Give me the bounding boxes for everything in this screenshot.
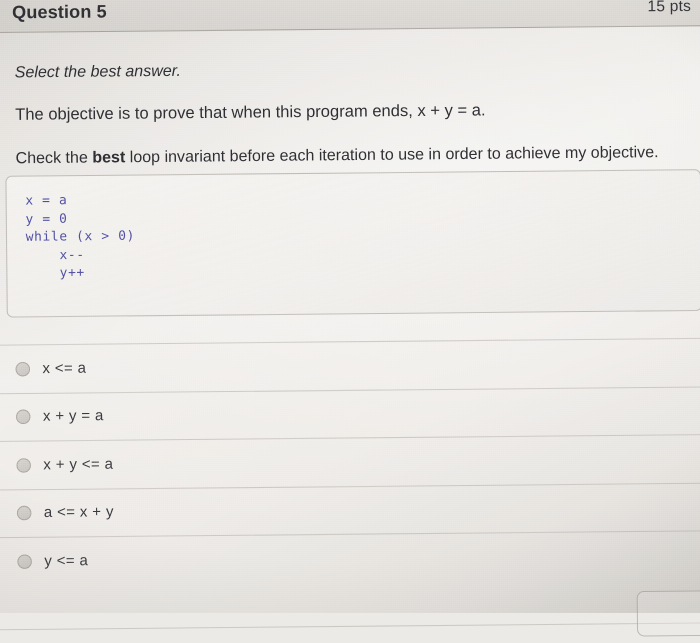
code-text: x = a y = 0 while (x > 0) x-- y++: [25, 191, 136, 281]
quiz-question-page: Question 5 15 pts Select the best answer…: [0, 0, 700, 637]
question-body: Select the best answer. The objective is…: [0, 26, 700, 168]
radio-button-icon-2[interactable]: [15, 409, 31, 425]
answer-option-5[interactable]: y <= a: [0, 530, 700, 586]
answer-option-1[interactable]: x <= a: [0, 337, 700, 393]
radio-button-icon-4[interactable]: [16, 505, 32, 521]
answer-option-2[interactable]: x + y = a: [0, 385, 700, 441]
answer-option-3[interactable]: x + y <= a: [0, 433, 700, 490]
answer-option-label-1: x <= a: [42, 360, 87, 378]
check-instruction-text: Check the best loop invariant before eac…: [0, 143, 700, 169]
radio-button-icon-3[interactable]: [16, 457, 32, 473]
check-prefix: Check the: [15, 149, 93, 168]
answer-option-label-2: x + y = a: [42, 408, 104, 426]
objective-text: The objective is to prove that when this…: [15, 101, 486, 124]
answer-option-label-3: x + y <= a: [43, 456, 114, 474]
points-badge: 15 pts: [647, 0, 692, 16]
answer-option-label-4: a <= x + y: [43, 504, 114, 522]
answer-options-list: x <= a x + y = a x + y <= a a <= x + y y…: [0, 337, 700, 630]
radio-button-icon-1[interactable]: [15, 361, 31, 377]
options-bottom-divider: [0, 621, 700, 630]
check-suffix: loop invariant before each iteration to …: [125, 143, 659, 167]
check-emphasis: best: [92, 148, 126, 167]
radio-button-icon-5[interactable]: [17, 554, 32, 569]
corner-widget-fragment[interactable]: [636, 590, 700, 637]
page-title: Question 5: [12, 0, 107, 23]
answer-option-label-5: y <= a: [44, 552, 89, 570]
code-block: x = a y = 0 while (x > 0) x-- y++: [5, 169, 700, 318]
instruction-text: Select the best answer.: [14, 62, 182, 82]
answer-option-4[interactable]: a <= x + y: [0, 482, 700, 538]
